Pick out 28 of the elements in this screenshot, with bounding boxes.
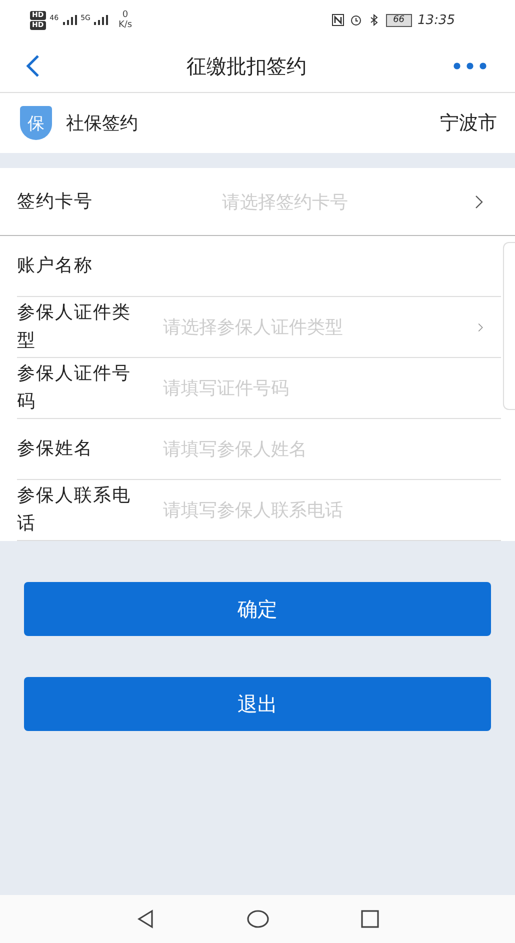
field-label: 参保人证件号码 <box>17 362 132 414</box>
nfc-icon <box>332 14 344 26</box>
signal-icon <box>62 15 77 25</box>
city-label: 宁波市 <box>440 111 497 136</box>
network-speed: 0 <box>122 10 128 20</box>
chevron-icon <box>478 322 483 332</box>
bluetooth-icon <box>368 14 380 26</box>
alarm-icon <box>350 14 362 26</box>
action-button[interactable]: 退出 <box>24 677 491 731</box>
recents-icon[interactable] <box>360 909 380 929</box>
back-icon[interactable] <box>136 909 156 929</box>
shield-badge: 保 <box>20 106 52 140</box>
chevron-icon <box>475 194 483 208</box>
home-icon[interactable] <box>246 909 270 929</box>
more-icon <box>453 62 487 70</box>
clock: 13:35 <box>418 12 455 28</box>
field-label: 参保人联系电话 <box>17 484 132 536</box>
field-label: 签约卡号 <box>17 190 94 214</box>
battery-indicator: 66 <box>386 14 412 26</box>
field-label: 账户名称 <box>17 254 94 278</box>
page-title: 征缴批扣签约 <box>186 52 306 80</box>
back-icon <box>26 54 40 78</box>
field-label: 参保人证件类型 <box>17 301 132 353</box>
speed-unit: K/s <box>118 20 132 30</box>
section-title: 社保签约 <box>66 112 139 135</box>
action-button[interactable]: 确定 <box>24 582 491 636</box>
signal-icon <box>94 15 108 25</box>
field-label: 参保姓名 <box>17 437 94 461</box>
